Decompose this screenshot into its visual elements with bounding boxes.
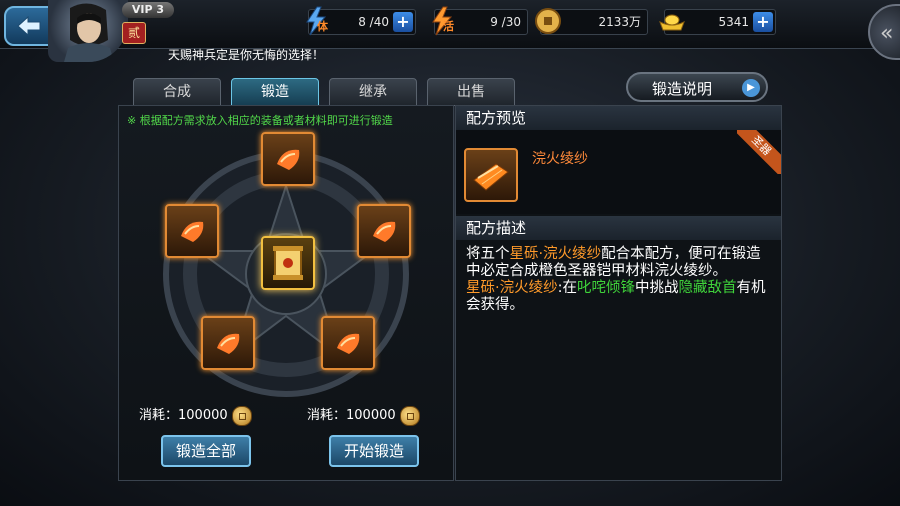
silk-material-icon bbox=[337, 333, 360, 354]
vitality-label: 活 bbox=[443, 20, 454, 33]
rank-badge: 贰 bbox=[122, 22, 146, 44]
top-bar: VIP 3 贰 体 8 /40 + 活 9 /30 2133万 5341 + « bbox=[0, 0, 900, 62]
recipe-desc-title: 配方描述 bbox=[456, 216, 781, 240]
forge-panel: ※ 根据配方需求放入相应的装备或者材料即可进行锻造 消耗：100000 消耗：1… bbox=[118, 105, 454, 481]
desc-item-name: 星砾·浣火绫纱 bbox=[466, 280, 558, 296]
desc-text: :在 bbox=[557, 280, 577, 296]
silk-material-icon bbox=[277, 149, 300, 170]
stamina-bar: 体 8 /40 + bbox=[306, 6, 416, 36]
material-slot-5[interactable] bbox=[321, 316, 375, 370]
holy-artifact-badge: 圣器 bbox=[737, 130, 781, 174]
gold-ingot-icon bbox=[657, 6, 687, 36]
arrow-right-icon: ▶ bbox=[742, 79, 760, 97]
recipe-slot[interactable] bbox=[261, 236, 315, 290]
recipe-item-name: 浣火绫纱 bbox=[532, 151, 588, 167]
vitality-bar: 活 9 /30 bbox=[432, 6, 528, 36]
recipe-scroll-icon bbox=[273, 246, 303, 280]
tab-inherit[interactable]: 继承 bbox=[329, 78, 417, 106]
material-slot-1[interactable] bbox=[261, 132, 315, 186]
recipe-description: 将五个星砾·浣火绫纱配合本配方，便可在锻造中必定合成橙色圣器铠甲材料浣火绫纱。 … bbox=[466, 246, 774, 314]
vitality-lightning-icon: 活 bbox=[427, 6, 457, 36]
coins-bar: 2133万 bbox=[535, 8, 648, 35]
silk-bundle-icon bbox=[473, 163, 509, 191]
copper-coin-icon bbox=[399, 405, 420, 426]
back-arrow-icon bbox=[17, 15, 41, 37]
coins-value: 2133万 bbox=[598, 15, 641, 29]
desc-text: 中挑战 bbox=[635, 280, 679, 296]
recipe-preview-title: 配方预览 bbox=[456, 106, 781, 130]
hero-portrait-icon bbox=[64, 3, 114, 62]
material-slot-2[interactable] bbox=[165, 204, 219, 258]
desc-location: 叱咤倾锋 bbox=[577, 280, 635, 296]
silk-material-icon bbox=[181, 221, 204, 242]
back-button[interactable] bbox=[4, 6, 54, 46]
cost-forge-all-text: 消耗：100000 bbox=[139, 408, 228, 423]
silk-material-icon bbox=[217, 333, 240, 354]
vitality-value: 9 /30 bbox=[490, 15, 521, 29]
stamina-value: 8 /40 bbox=[358, 15, 389, 29]
copper-coin-icon bbox=[231, 405, 252, 426]
material-slot-3[interactable] bbox=[357, 204, 411, 258]
recipe-panel: 配方预览 浣火绫纱 圣器 配方描述 将五个星砾·浣火绫纱配合本配方，便可在锻造中… bbox=[455, 105, 782, 481]
start-forge-button[interactable]: 开始锻造 bbox=[329, 435, 419, 467]
cost-start-forge-text: 消耗：100000 bbox=[307, 408, 396, 423]
stamina-label: 体 bbox=[317, 20, 328, 33]
stamina-lightning-icon: 体 bbox=[301, 6, 331, 36]
forge-help-label: 锻造说明 bbox=[652, 80, 713, 98]
desc-text: 将五个 bbox=[466, 246, 510, 262]
vip-badge: VIP 3 bbox=[122, 2, 174, 18]
desc-boss: 隐藏敌首 bbox=[678, 280, 737, 296]
gold-bar: 5341 + bbox=[659, 9, 776, 35]
forge-wheel bbox=[151, 132, 421, 406]
silk-material-icon bbox=[373, 221, 396, 242]
tab-forge[interactable]: 锻造 bbox=[231, 78, 319, 106]
cost-forge-all: 消耗：100000 bbox=[139, 404, 252, 426]
material-slot-4[interactable] bbox=[201, 316, 255, 370]
gold-plus-button[interactable]: + bbox=[753, 12, 773, 32]
motto-text: 天赐神兵定是你无悔的选择！ bbox=[168, 48, 325, 62]
cost-start-forge: 消耗：100000 bbox=[307, 404, 420, 426]
gold-value: 5341 bbox=[718, 15, 749, 29]
copper-coin-icon bbox=[533, 6, 563, 36]
desc-item-name: 星砾·浣火绫纱 bbox=[509, 246, 602, 262]
player-avatar[interactable] bbox=[48, 0, 128, 62]
tab-synthesize[interactable]: 合成 bbox=[133, 78, 221, 106]
forge-all-button[interactable]: 锻造全部 bbox=[161, 435, 251, 467]
tab-sell[interactable]: 出售 bbox=[427, 78, 515, 106]
forge-hint: ※ 根据配方需求放入相应的装备或者材料即可进行锻造 bbox=[127, 114, 393, 127]
recipe-preview: 浣火绫纱 圣器 bbox=[456, 130, 781, 214]
recipe-result-slot[interactable] bbox=[464, 148, 518, 202]
stamina-plus-button[interactable]: + bbox=[393, 12, 413, 32]
side-menu-button[interactable]: « bbox=[868, 4, 900, 60]
forge-help-button[interactable]: 锻造说明 ▶ bbox=[626, 72, 768, 102]
holy-artifact-label: 圣器 bbox=[737, 130, 781, 174]
